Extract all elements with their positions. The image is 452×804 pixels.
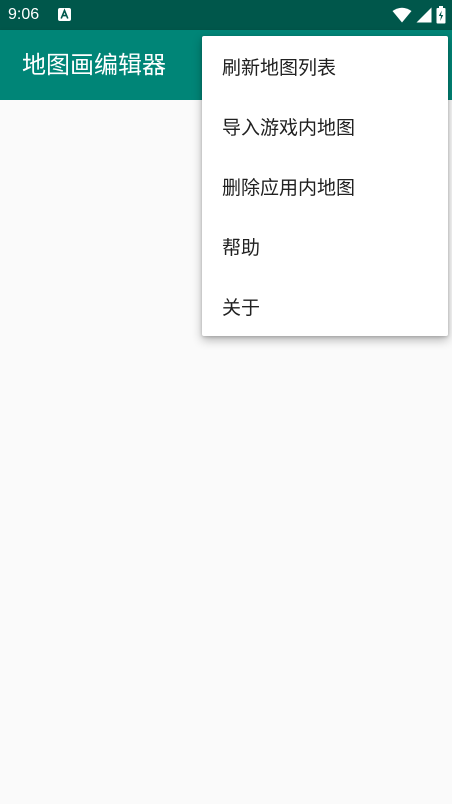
cell-signal-icon: [416, 7, 432, 23]
status-time: 9:06: [8, 6, 40, 23]
menu-item-label: 帮助: [222, 236, 261, 259]
overflow-menu: 刷新地图列表 导入游戏内地图 删除应用内地图 帮助 关于: [202, 36, 448, 336]
battery-charging-icon: [436, 6, 446, 24]
menu-item-refresh-map-list[interactable]: 刷新地图列表: [202, 36, 448, 96]
status-icons: [392, 6, 446, 24]
menu-item-label: 刷新地图列表: [222, 56, 337, 79]
app-title: 地图画编辑器: [22, 51, 166, 79]
a-letter-icon: [58, 8, 71, 21]
menu-item-import-game-map[interactable]: 导入游戏内地图: [202, 96, 448, 156]
menu-item-label: 删除应用内地图: [222, 176, 356, 199]
menu-item-label: 导入游戏内地图: [222, 116, 356, 139]
menu-item-label: 关于: [222, 296, 261, 319]
menu-item-help[interactable]: 帮助: [202, 216, 448, 276]
wifi-icon: [392, 7, 412, 23]
menu-item-about[interactable]: 关于: [202, 276, 448, 336]
status-bar: 9:06: [0, 0, 452, 30]
menu-item-delete-app-map[interactable]: 删除应用内地图: [202, 156, 448, 216]
